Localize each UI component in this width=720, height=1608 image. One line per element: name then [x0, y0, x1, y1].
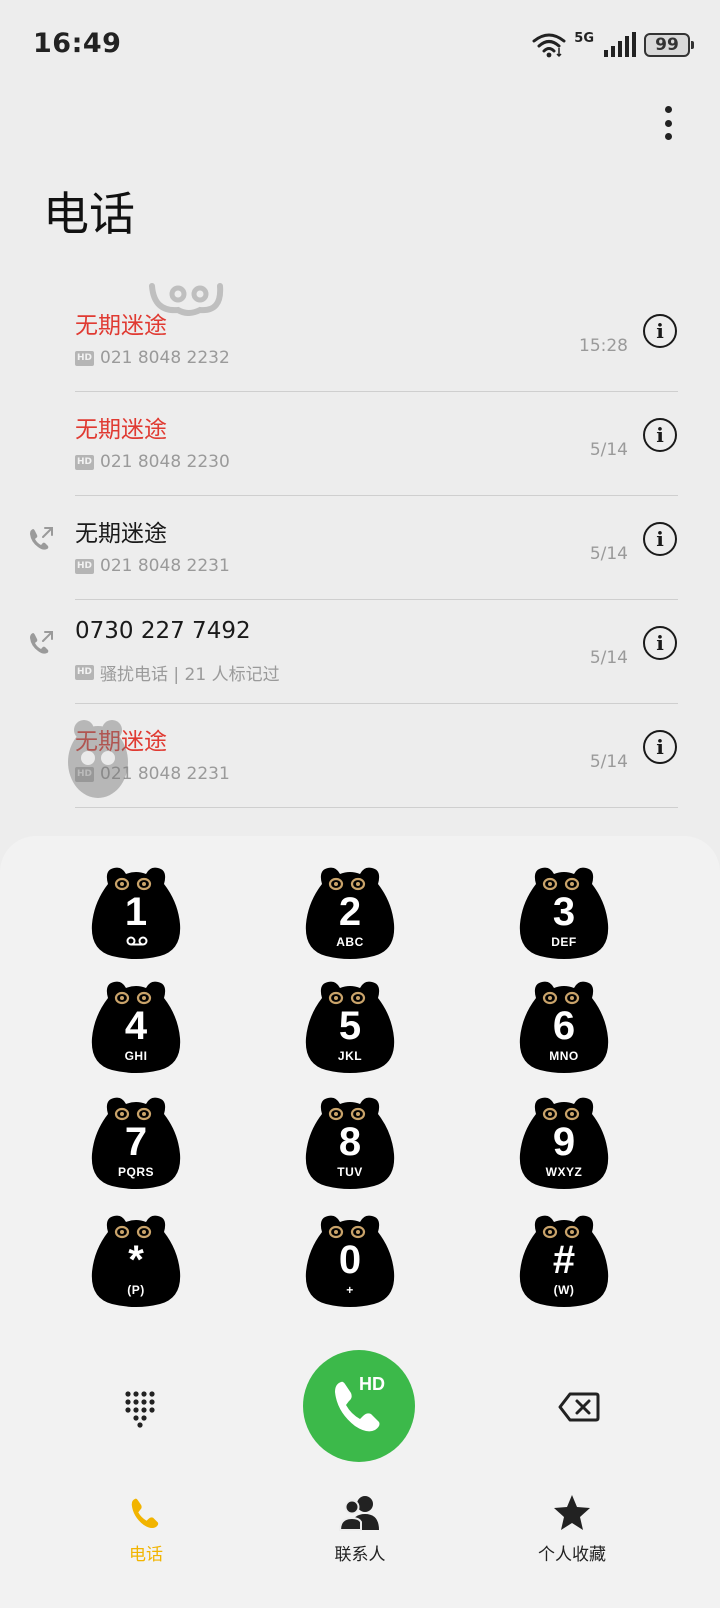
key-letters: GHI	[124, 1049, 148, 1063]
dialpad-key-2[interactable]: 2 ABC	[302, 862, 398, 962]
call-time: 5/14	[589, 544, 628, 564]
caller-name: 0730 227 7492	[75, 618, 251, 644]
call-detail: HD 021 8048 2232	[75, 348, 230, 368]
call-button[interactable]: HD	[303, 1350, 415, 1462]
status-bar: 16:49 5G 99	[0, 0, 720, 92]
key-letters: (P)	[127, 1283, 145, 1297]
call-number: 021 8048 2230	[100, 452, 230, 472]
key-digit: 0	[338, 1238, 362, 1282]
more-options-button[interactable]	[648, 100, 688, 146]
info-button[interactable]: i	[643, 730, 677, 764]
status-icons: 5G 99	[532, 28, 694, 62]
info-button[interactable]: i	[643, 626, 677, 660]
call-log-row[interactable]: 无期迷途 HD 021 8048 2231 5/14 i	[0, 496, 720, 600]
info-button[interactable]: i	[643, 522, 677, 556]
hd-badge: HD	[359, 1374, 385, 1394]
key-letters: MNO	[549, 1049, 579, 1063]
key-letters: PQRS	[117, 1165, 154, 1179]
dialpad-key-9[interactable]: 9 WXYZ	[516, 1092, 612, 1192]
battery-icon: 99	[644, 33, 694, 57]
hd-badge: HD	[75, 454, 95, 470]
hd-badge: HD	[75, 665, 95, 680]
page-title: 电话	[43, 187, 135, 241]
call-time: 5/14	[589, 648, 628, 668]
call-detail: HD 021 8048 2230	[75, 452, 230, 472]
contacts-icon	[339, 1492, 381, 1534]
nav-label-favorites: 个人收藏	[538, 1545, 606, 1565]
dialpad-key-3[interactable]: 3 DEF	[516, 862, 612, 962]
call-time: 5/14	[589, 440, 628, 460]
phone-icon	[125, 1492, 167, 1534]
call-detail: HD 021 8048 2231	[75, 556, 230, 576]
dialpad-grid-icon[interactable]	[120, 1388, 160, 1428]
dialpad-key-star[interactable]: * (P)	[88, 1210, 184, 1310]
nav-label-contacts: 联系人	[334, 1545, 386, 1565]
call-time: 15:28	[579, 336, 628, 356]
info-icon: i	[656, 423, 664, 447]
signal-icon	[604, 32, 636, 57]
key-digit: 4	[124, 1004, 148, 1048]
key-letters: TUV	[337, 1165, 363, 1179]
outgoing-call-icon	[30, 527, 53, 550]
wifi-icon	[532, 33, 566, 58]
hd-badge: HD	[75, 350, 95, 366]
key-digit: 3	[552, 890, 576, 934]
key-letters: +	[346, 1283, 354, 1297]
call-log-row[interactable]: 无期迷途 HD 021 8048 2232 15:28 i	[0, 288, 720, 392]
key-digit: 2	[338, 890, 362, 934]
info-icon: i	[656, 631, 664, 655]
info-icon: i	[656, 527, 664, 551]
dialpad-key-8[interactable]: 8 TUV	[302, 1092, 398, 1192]
key-letters: ABC	[336, 935, 364, 949]
network-type-label: 5G	[574, 30, 594, 46]
key-digit: 8	[338, 1120, 362, 1164]
key-digit: *	[128, 1238, 144, 1282]
key-digit: #	[552, 1238, 576, 1282]
key-digit: 7	[124, 1120, 148, 1164]
dialpad-key-6[interactable]: 6 MNO	[516, 976, 612, 1076]
battery-level: 99	[655, 35, 679, 55]
key-letters: WXYZ	[545, 1165, 583, 1179]
call-log-row[interactable]: 0730 227 7492 HD 骚扰电话 | 21 人标记过 5/14 i	[0, 600, 720, 704]
nav-tab-phone[interactable]: 电话	[66, 1490, 226, 1580]
sticker-decoration	[68, 720, 128, 798]
nav-tab-favorites[interactable]: 个人收藏	[492, 1490, 652, 1580]
call-detail: HD 骚扰电话 | 21 人标记过	[75, 660, 280, 685]
sticker-decoration	[149, 283, 224, 316]
key-letters: (W)	[553, 1283, 575, 1297]
call-number: 021 8048 2231	[100, 556, 230, 576]
call-number: 021 8048 2232	[100, 348, 230, 368]
more-vertical-icon	[664, 106, 672, 113]
status-time: 16:49	[33, 28, 122, 59]
key-digit: 5	[338, 1004, 362, 1048]
nav-label-phone: 电话	[129, 1545, 163, 1565]
voicemail-icon	[126, 936, 148, 946]
nav-tab-contacts[interactable]: 联系人	[280, 1490, 440, 1580]
key-letters: JKL	[337, 1049, 363, 1063]
dialpad-key-5[interactable]: 5 JKL	[302, 976, 398, 1076]
hd-badge: HD	[75, 558, 95, 574]
info-button[interactable]: i	[643, 314, 677, 348]
key-digit: 9	[552, 1120, 576, 1164]
dialpad-key-hash[interactable]: # (W)	[516, 1210, 612, 1310]
key-digit: 6	[552, 1004, 576, 1048]
info-button[interactable]: i	[643, 418, 677, 452]
dialpad-key-7[interactable]: 7 PQRS	[88, 1092, 184, 1192]
info-icon: i	[656, 319, 664, 343]
backspace-icon[interactable]	[558, 1390, 600, 1424]
key-digit: 1	[124, 890, 148, 934]
call-time: 5/14	[589, 752, 628, 772]
call-log-row[interactable]: 无期迷途 HD 021 8048 2230 5/14 i	[0, 392, 720, 496]
info-icon: i	[656, 735, 664, 759]
bottom-navigation: 电话 联系人 个人收藏	[0, 1490, 720, 1608]
call-number: 骚扰电话 | 21 人标记过	[100, 665, 280, 685]
dialpad-key-4[interactable]: 4 GHI	[88, 976, 184, 1076]
dialpad-key-0[interactable]: 0 +	[302, 1210, 398, 1310]
caller-name: 无期迷途	[75, 521, 167, 547]
dialpad-key-1[interactable]: 1	[88, 862, 184, 962]
key-letters: DEF	[551, 935, 577, 949]
outgoing-call-icon	[30, 631, 53, 654]
caller-name: 无期迷途	[75, 417, 167, 443]
star-icon	[551, 1492, 593, 1534]
